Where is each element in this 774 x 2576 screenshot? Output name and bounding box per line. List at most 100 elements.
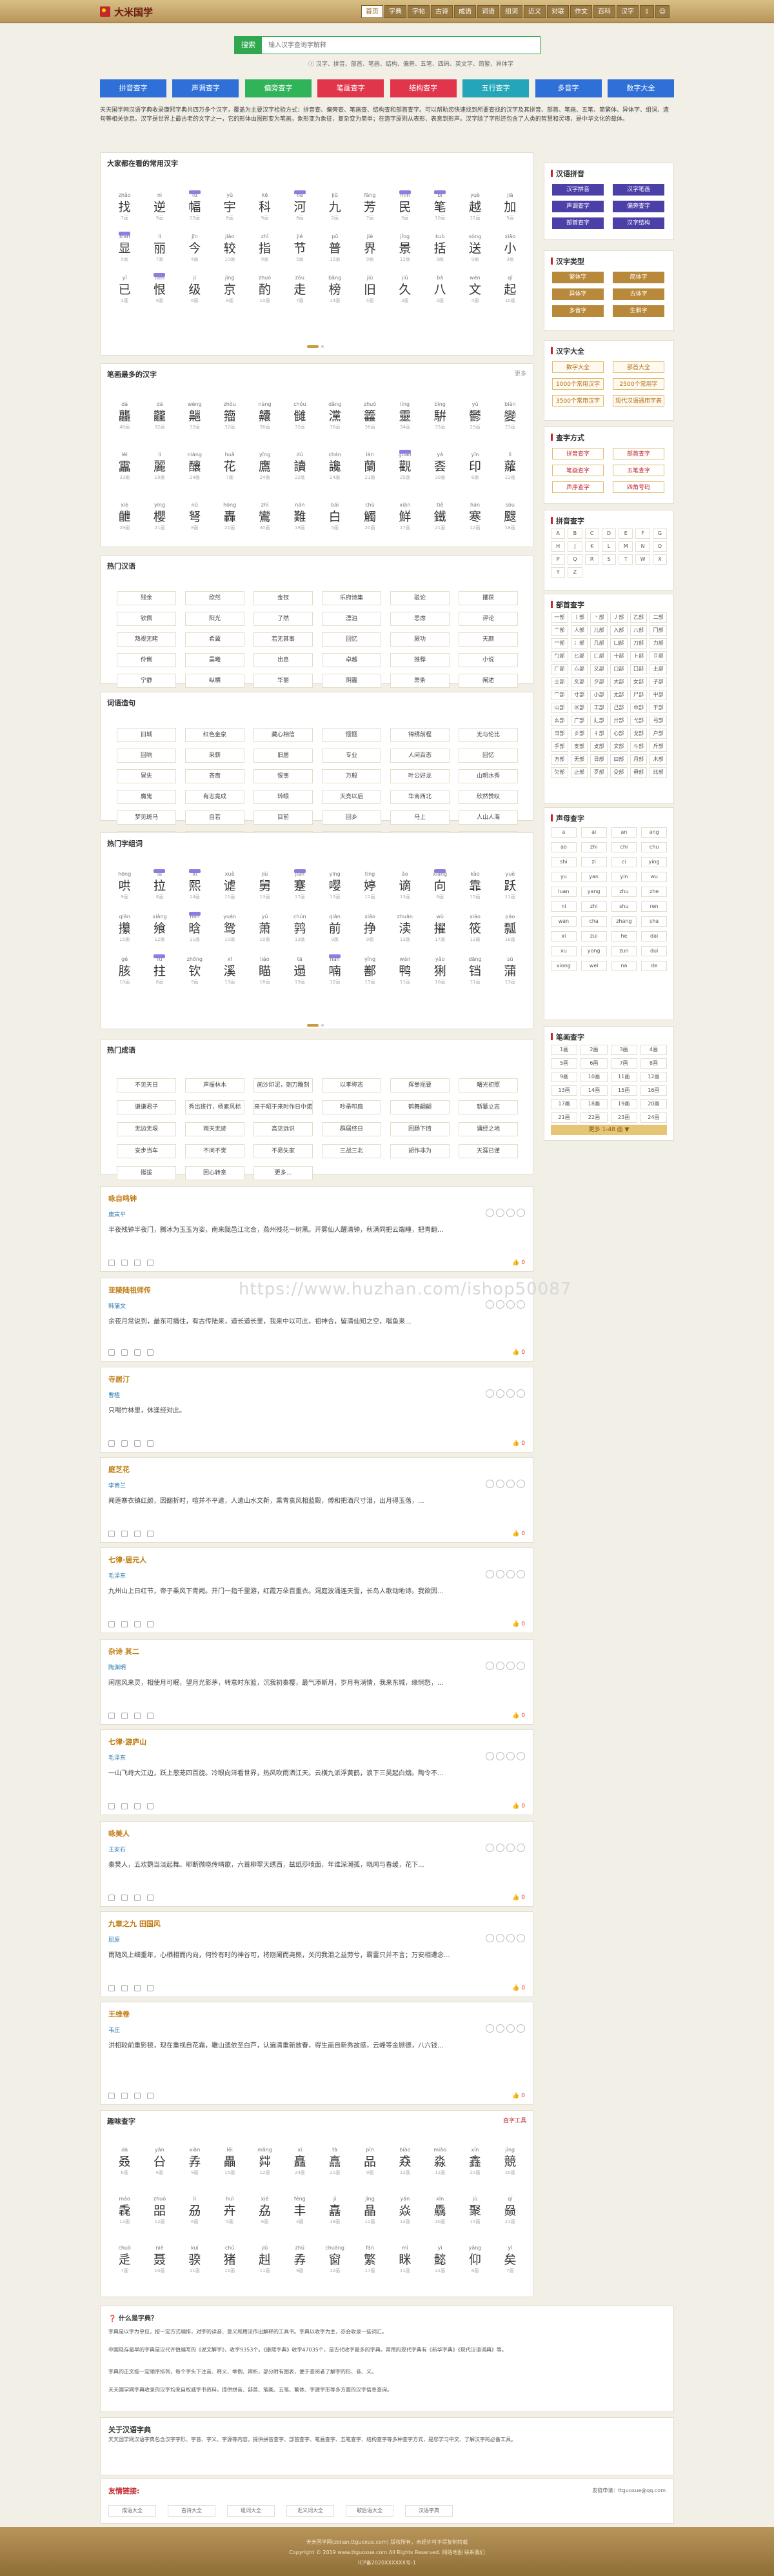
word-item[interactable]: 金钗	[253, 591, 313, 605]
sidebar-grid-item[interactable]: zui	[580, 931, 607, 941]
sidebar-grid-item[interactable]: E	[619, 528, 633, 539]
word-item[interactable]: 卓越	[322, 653, 381, 667]
sidebar-grid-item[interactable]: 一部	[551, 612, 568, 623]
sidebar-grid-item[interactable]: 刀部	[630, 638, 648, 649]
char-item[interactable]: dá 龖 32画	[142, 401, 177, 430]
poem-author[interactable]: 毛泽东	[108, 1753, 126, 1762]
sidebar-grid-item[interactable]: 10画	[580, 1072, 608, 1082]
copy-icon[interactable]	[496, 1844, 504, 1852]
word-item[interactable]: 小说	[459, 653, 518, 667]
like-count[interactable]: 👍 0	[512, 1621, 525, 1627]
word-item[interactable]: 出息	[253, 653, 313, 667]
sidebar-grid-item[interactable]: 心部	[610, 729, 628, 739]
comment-icon[interactable]	[121, 1713, 128, 1719]
char-item[interactable]: xiáo 筱 13画	[457, 913, 492, 943]
sidebar-grid-item[interactable]: 夂部	[570, 677, 588, 687]
comment-icon[interactable]	[121, 1895, 128, 1901]
char-item[interactable]: yù 鬱 29画	[457, 401, 492, 430]
char-item[interactable]: jīng 京 8画	[212, 274, 247, 304]
sidebar-grid-item[interactable]: 彐部	[551, 729, 568, 739]
fav-icon[interactable]	[506, 1844, 515, 1852]
sidebar-grid-item[interactable]: 17画	[551, 1099, 578, 1109]
comment-icon[interactable]	[121, 1349, 128, 1356]
char-item[interactable]: líng 靈 34画	[388, 401, 422, 430]
word-item[interactable]: 更多...	[253, 1166, 313, 1180]
word-item[interactable]: 乐府诗集	[322, 591, 381, 605]
sidebar-grid-item[interactable]: 斤部	[650, 741, 667, 752]
word-item[interactable]: 有志竟成	[185, 790, 244, 804]
char-item[interactable]: jiù 旧 5画	[352, 274, 387, 304]
sidebar-grid-item[interactable]: luan	[551, 887, 577, 897]
sidebar-grid-item[interactable]: 冂部	[650, 625, 667, 636]
char-item[interactable]: yǔ 宇 6画	[212, 192, 247, 221]
word-item[interactable]: 无与伦比	[459, 728, 518, 742]
char-item[interactable]: xiǎo 小 3画	[493, 233, 528, 263]
sidebar-grid-item[interactable]: 廴部	[590, 716, 608, 726]
char-item[interactable]: xī 熙 14画	[177, 869, 212, 900]
char-item[interactable]: chán 讒 24画	[317, 451, 352, 481]
char-item[interactable]: fú 拄 8画	[142, 954, 177, 985]
char-item[interactable]: bǐ 笔 10画	[422, 190, 457, 221]
poem-title[interactable]: 亚陵陆祖师传	[108, 1285, 151, 1295]
friend-link[interactable]: 成语大全	[108, 2505, 156, 2517]
lookup-method-button[interactable]: 多音字	[535, 79, 602, 97]
word-item[interactable]: 锦绣前程	[390, 728, 450, 742]
char-item[interactable]: yīng 櫻 21画	[142, 501, 177, 531]
char-item[interactable]: jiào 较 10画	[212, 233, 247, 263]
collect-icon[interactable]	[134, 1260, 141, 1266]
sidebar-grid-item[interactable]: zhu	[611, 887, 637, 897]
word-item[interactable]: 自若	[185, 810, 244, 825]
sidebar-grid-item[interactable]: C	[584, 528, 599, 539]
char-item[interactable]: gé 胲 10画	[107, 956, 142, 985]
word-item[interactable]: 挺拔	[117, 1166, 176, 1180]
char-item[interactable]: yǔ 萧 10画	[247, 913, 282, 943]
sidebar-grid-item[interactable]: 4画	[640, 1045, 667, 1055]
char-item[interactable]: xiè 齛 29画	[107, 501, 142, 531]
word-item[interactable]: 了然	[253, 612, 313, 626]
forward-icon[interactable]	[147, 1621, 154, 1627]
char-item[interactable]: tà 譶 21画	[317, 2146, 352, 2176]
nav-item[interactable]: 成语	[454, 5, 476, 18]
pager-dots[interactable]	[307, 341, 333, 348]
word-item[interactable]: 希冀	[185, 632, 244, 647]
sidebar-grid-item[interactable]: 彳部	[590, 729, 608, 739]
poem-author[interactable]: 王安石	[108, 1845, 126, 1853]
sidebar-grid-item[interactable]: 15画	[610, 1085, 637, 1096]
char-item[interactable]: yuán 鸳 10画	[212, 913, 247, 943]
like-count[interactable]: 👍 0	[512, 1531, 525, 1537]
char-item[interactable]: yǎo 猁 10画	[422, 956, 457, 985]
sidebar-grid-item[interactable]: dui	[641, 946, 667, 956]
sidebar-grid-item[interactable]: 毋部	[630, 767, 648, 778]
sidebar-grid-item[interactable]: yin	[611, 872, 637, 882]
char-item[interactable]: jié 节 5画	[283, 233, 317, 263]
word-item[interactable]: 不易失家	[253, 1144, 313, 1158]
sidebar-grid-item[interactable]: 屮部	[650, 690, 667, 700]
sidebar-grid-item[interactable]: zhe	[641, 887, 667, 897]
heart-icon[interactable]	[108, 1440, 115, 1447]
char-item[interactable]: dá 龘 48画	[107, 401, 142, 430]
lookup-method-button[interactable]: 五行查字	[462, 79, 530, 97]
sidebar-grid-item[interactable]: 16画	[640, 1085, 667, 1096]
sidebar-grid-item[interactable]: 木部	[650, 754, 667, 765]
char-item[interactable]: bǎng 榜 14画	[317, 274, 352, 304]
share-icon[interactable]	[517, 2024, 525, 2033]
word-item[interactable]: 驳论	[390, 591, 450, 605]
poem-title[interactable]: 庭芝花	[108, 1464, 130, 1474]
char-item[interactable]: yīng 嘤 12画	[317, 870, 352, 900]
sidebar-grid-item[interactable]: 24画	[640, 1112, 667, 1123]
sidebar-grid-item[interactable]: xiong	[551, 961, 577, 971]
char-item[interactable]: xīn 驫 30画	[422, 2195, 457, 2225]
sidebar-grid-item[interactable]: yang	[580, 887, 607, 897]
friend-link[interactable]: 汉语字典	[405, 2505, 453, 2517]
word-item[interactable]: 安步当车	[117, 1144, 176, 1158]
sidebar-grid-item[interactable]: 丶部	[590, 612, 608, 623]
sidebar-grid-item[interactable]: wu	[641, 872, 667, 882]
word-item[interactable]: 天涯已谨	[459, 1144, 518, 1158]
sidebar-grid-item[interactable]: 11画	[610, 1072, 637, 1082]
word-item[interactable]: 梦见斑马	[117, 810, 176, 825]
sidebar-grid-item[interactable]: 勹部	[551, 651, 568, 661]
share-icon[interactable]	[517, 1480, 525, 1488]
char-item[interactable]: xiǎng 飨 12画	[142, 913, 177, 943]
play-icon[interactable]	[486, 1570, 494, 1578]
copy-icon[interactable]	[496, 1934, 504, 1942]
